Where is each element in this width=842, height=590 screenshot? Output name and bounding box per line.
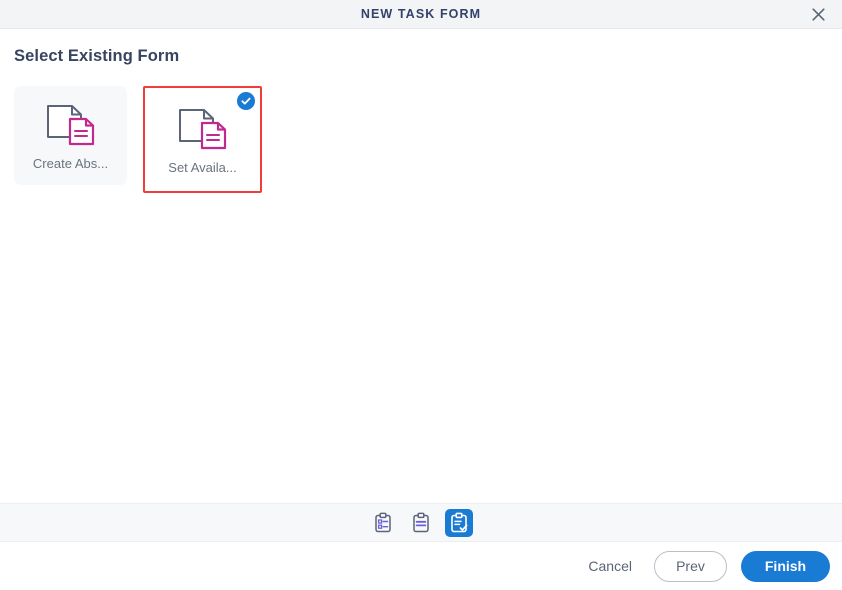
finish-button[interactable]: Finish <box>741 550 830 582</box>
clipboard-check-icon <box>448 512 470 534</box>
dialog-titlebar: NEW TASK FORM <box>0 0 842 29</box>
step-clipboard-check[interactable] <box>445 508 473 537</box>
form-card-grid: Create Abs... Set Availa... <box>14 86 828 193</box>
form-card-set-availa[interactable]: Set Availa... <box>143 86 262 193</box>
dialog-title: NEW TASK FORM <box>360 7 482 21</box>
dialog-body: Select Existing Form Create Abs... Set A… <box>0 29 842 503</box>
close-button[interactable] <box>802 0 834 28</box>
prev-button[interactable]: Prev <box>654 550 727 582</box>
close-icon <box>811 7 826 22</box>
form-card-label: Set Availa... <box>168 160 237 176</box>
section-heading: Select Existing Form <box>14 47 180 65</box>
form-card-create-abs[interactable]: Create Abs... <box>14 86 127 185</box>
clipboard-checklist-icon <box>372 512 394 534</box>
clipboard-lines-icon <box>410 512 432 534</box>
cancel-button[interactable]: Cancel <box>580 552 640 580</box>
new-task-form-dialog: NEW TASK FORM Select Existing Form Creat… <box>0 0 842 590</box>
dialog-footer: Cancel Prev Finish <box>0 542 842 590</box>
step-clipboard-lines[interactable] <box>407 509 435 537</box>
step-clipboard-checklist[interactable] <box>369 509 397 537</box>
document-pair-icon <box>177 107 229 153</box>
wizard-step-bar <box>0 503 842 542</box>
form-card-label: Create Abs... <box>32 156 109 172</box>
document-pair-icon <box>45 103 97 149</box>
check-circle-icon <box>237 92 255 110</box>
